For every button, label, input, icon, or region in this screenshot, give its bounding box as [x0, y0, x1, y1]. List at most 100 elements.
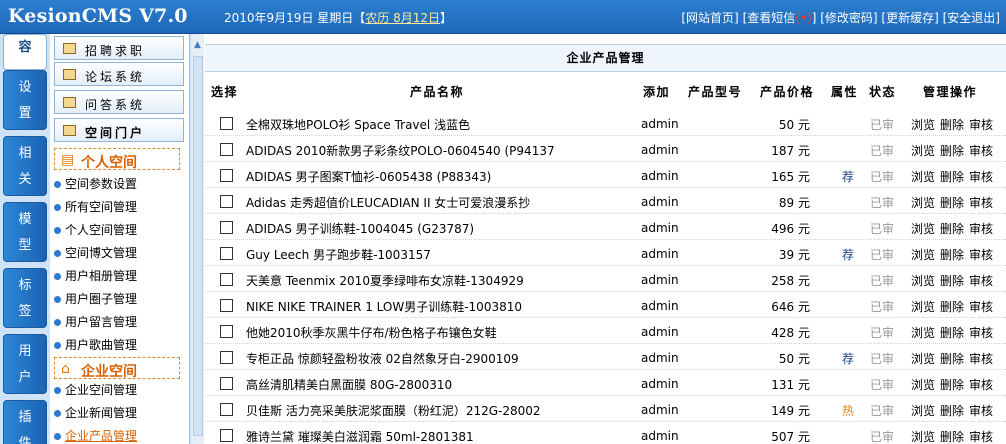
page-title: 企业产品管理: [205, 44, 1006, 72]
view-link[interactable]: 浏览: [911, 352, 935, 366]
view-link[interactable]: 浏览: [911, 248, 935, 262]
product-name-link[interactable]: ADIDAS 男子训练鞋-1004045 (G23787): [246, 220, 636, 237]
home-link[interactable]: [网站首页]: [681, 11, 738, 25]
delete-link[interactable]: 删除: [940, 404, 964, 418]
menu-scrollbar[interactable]: ▲: [190, 34, 204, 444]
row-checkbox[interactable]: [220, 351, 233, 364]
approve-link[interactable]: 审核: [969, 170, 993, 184]
menu-button-qa[interactable]: 问答系统: [54, 90, 184, 114]
menu-item-all-spaces[interactable]: 所有空间管理: [54, 198, 137, 215]
approve-link[interactable]: 审核: [969, 274, 993, 288]
delete-link[interactable]: 删除: [940, 248, 964, 262]
update-cache-link[interactable]: [更新缓存]: [881, 11, 938, 25]
tab-plugins[interactable]: 插 件: [3, 400, 47, 444]
change-password-link[interactable]: [修改密码]: [820, 11, 877, 25]
tab-content[interactable]: 容: [3, 34, 47, 70]
product-name-link[interactable]: 全棉双珠地POLO衫 Space Travel 浅蓝色: [246, 116, 636, 133]
row-checkbox[interactable]: [220, 143, 233, 156]
row-checkbox[interactable]: [220, 429, 233, 442]
view-link[interactable]: 浏览: [911, 118, 935, 132]
product-name-link[interactable]: Adidas 走秀超值价LEUCADIAN II 女士可爱浪漫系抄: [246, 194, 636, 211]
view-link[interactable]: 浏览: [911, 170, 935, 184]
delete-link[interactable]: 删除: [940, 300, 964, 314]
product-name-link[interactable]: 贝佳斯 活力亮采美肤泥浆面膜（粉红泥）212G-28002: [246, 402, 636, 419]
menu-item-songs[interactable]: 用户歌曲管理: [54, 336, 137, 353]
scroll-thumb[interactable]: [193, 56, 203, 436]
delete-link[interactable]: 删除: [940, 144, 964, 158]
row-checkbox[interactable]: [220, 169, 233, 182]
tab-tags[interactable]: 标 签: [3, 268, 47, 328]
approve-link[interactable]: 审核: [969, 196, 993, 210]
personal-space-header[interactable]: ▤ 个人空间: [54, 148, 180, 171]
menu-item-albums[interactable]: 用户相册管理: [54, 267, 137, 284]
view-link[interactable]: 浏览: [911, 326, 935, 340]
delete-link[interactable]: 删除: [940, 378, 964, 392]
delete-link[interactable]: 删除: [940, 352, 964, 366]
menu-item-circles[interactable]: 用户圈子管理: [54, 290, 137, 307]
menu-item-space-settings[interactable]: 空间参数设置: [54, 175, 137, 192]
menu-item-blog-posts[interactable]: 空间博文管理: [54, 244, 137, 261]
enterprise-space-header[interactable]: ⌂ 企业空间: [54, 357, 180, 380]
approve-link[interactable]: 审核: [969, 222, 993, 236]
menu-button-space-portal[interactable]: 空间门户: [54, 118, 184, 142]
menu-button-forum[interactable]: 论坛系统: [54, 62, 184, 86]
menu-button-jobs[interactable]: 招聘求职: [54, 36, 184, 60]
approve-link[interactable]: 审核: [969, 144, 993, 158]
row-checkbox[interactable]: [220, 221, 233, 234]
row-checkbox[interactable]: [220, 299, 233, 312]
product-adder: admin: [641, 403, 679, 417]
product-name-link[interactable]: 天美意 Teenmix 2010夏季绿啡布女凉鞋-1304929: [246, 272, 636, 289]
product-name-link[interactable]: ADIDAS 2010新款男子彩条纹POLO-0604540 (P94137: [246, 142, 636, 159]
approve-link[interactable]: 审核: [969, 118, 993, 132]
view-link[interactable]: 浏览: [911, 300, 935, 314]
delete-link[interactable]: 删除: [940, 222, 964, 236]
view-link[interactable]: 浏览: [911, 404, 935, 418]
view-link[interactable]: 浏览: [911, 378, 935, 392]
menu-item-guestbook[interactable]: 用户留言管理: [54, 313, 137, 330]
row-checkbox[interactable]: [220, 325, 233, 338]
approve-link[interactable]: 审核: [969, 378, 993, 392]
scroll-up-arrow-icon[interactable]: ▲: [192, 40, 203, 52]
delete-link[interactable]: 删除: [940, 326, 964, 340]
approve-link[interactable]: 审核: [969, 352, 993, 366]
delete-link[interactable]: 删除: [940, 118, 964, 132]
view-link[interactable]: 浏览: [911, 274, 935, 288]
approve-link[interactable]: 审核: [969, 248, 993, 262]
messages-link[interactable]: [查看短信: [743, 11, 796, 25]
tab-related[interactable]: 相 关: [3, 136, 47, 196]
view-link[interactable]: 浏览: [911, 222, 935, 236]
tab-users[interactable]: 用 户: [3, 334, 47, 394]
tab-models[interactable]: 模 型: [3, 202, 47, 262]
delete-link[interactable]: 删除: [940, 274, 964, 288]
row-checkbox[interactable]: [220, 117, 233, 130]
lunar-date-link[interactable]: 农历 8月12日: [365, 11, 440, 25]
approve-link[interactable]: 审核: [969, 404, 993, 418]
row-checkbox[interactable]: [220, 403, 233, 416]
product-name-link[interactable]: 高丝清肌精美白黑面膜 80G-2800310: [246, 376, 636, 393]
tab-settings[interactable]: 设 置: [3, 70, 47, 130]
approve-link[interactable]: 审核: [969, 430, 993, 444]
logout-link[interactable]: [安全退出]: [943, 11, 1000, 25]
menu-item-personal-space[interactable]: 个人空间管理: [54, 221, 137, 238]
delete-link[interactable]: 删除: [940, 196, 964, 210]
menu-item-enterprise-space[interactable]: 企业空间管理: [54, 381, 137, 398]
product-name-link[interactable]: ADIDAS 男子图案T恤衫-0605438 (P88343): [246, 168, 636, 185]
delete-link[interactable]: 删除: [940, 430, 964, 444]
menu-item-enterprise-news[interactable]: 企业新闻管理: [54, 404, 137, 421]
view-link[interactable]: 浏览: [911, 144, 935, 158]
product-name-link[interactable]: 专柜正品 惊颜轻盈粉妆液 02自然象牙白-2900109: [246, 350, 636, 367]
row-checkbox[interactable]: [220, 195, 233, 208]
row-checkbox[interactable]: [220, 273, 233, 286]
row-checkbox[interactable]: [220, 377, 233, 390]
approve-link[interactable]: 审核: [969, 326, 993, 340]
delete-link[interactable]: 删除: [940, 170, 964, 184]
view-link[interactable]: 浏览: [911, 430, 935, 444]
approve-link[interactable]: 审核: [969, 300, 993, 314]
product-name-link[interactable]: 雅诗兰黛 璀璨美白滋润霜 50ml-2801381: [246, 428, 636, 444]
product-name-link[interactable]: Guy Leech 男子跑步鞋-1003157: [246, 246, 636, 263]
product-name-link[interactable]: NIKE NIKE TRAINER 1 LOW男子训练鞋-1003810: [246, 298, 636, 315]
view-link[interactable]: 浏览: [911, 196, 935, 210]
product-name-link[interactable]: 他她2010秋季灰黑牛仔布/粉色格子布镶色女鞋: [246, 324, 636, 341]
row-checkbox[interactable]: [220, 247, 233, 260]
menu-item-enterprise-products[interactable]: 企业产品管理: [54, 427, 137, 444]
